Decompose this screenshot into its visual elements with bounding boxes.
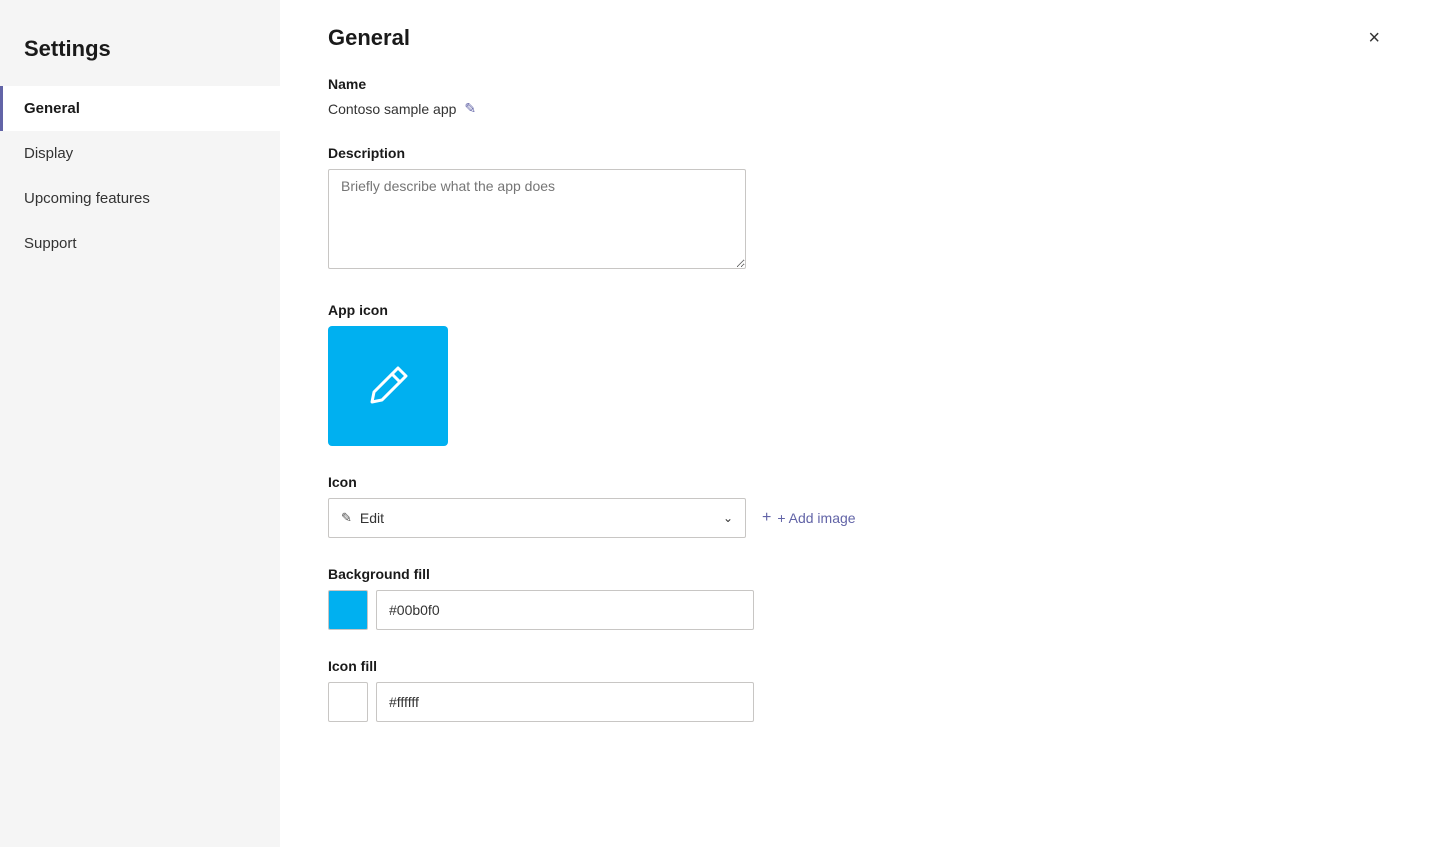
sidebar-item-upcoming-features[interactable]: Upcoming features xyxy=(0,176,280,221)
icon-section: Icon ✎ Edit ⌄ + + Add image xyxy=(328,474,1388,538)
close-button[interactable]: × xyxy=(1360,24,1388,52)
sidebar: Settings General Display Upcoming featur… xyxy=(0,0,280,847)
background-fill-label: Background fill xyxy=(328,566,1388,582)
icon-fill-label: Icon fill xyxy=(328,658,1388,674)
chevron-down-icon: ⌄ xyxy=(723,511,733,525)
icon-dropdown[interactable]: ✎ Edit ⌄ xyxy=(328,498,746,538)
name-row: Contoso sample app ✎ xyxy=(328,100,1388,117)
description-label: Description xyxy=(328,145,1388,161)
app-icon-pencil-svg xyxy=(362,360,414,412)
plus-icon: + xyxy=(762,509,771,527)
sidebar-item-general[interactable]: General xyxy=(0,86,280,131)
add-image-button[interactable]: + + Add image xyxy=(762,505,856,531)
description-section: Description xyxy=(328,145,1388,274)
icon-fill-section: Icon fill xyxy=(328,658,1388,722)
sidebar-title: Settings xyxy=(0,20,280,86)
background-color-input[interactable] xyxy=(376,590,754,630)
app-icon-preview[interactable] xyxy=(328,326,448,446)
main-content: General × Name Contoso sample app ✎ Desc… xyxy=(280,0,1436,847)
icon-fill-color-input[interactable] xyxy=(376,682,754,722)
icon-dropdown-pencil: ✎ xyxy=(341,510,352,526)
icon-dropdown-left: ✎ Edit xyxy=(341,510,384,526)
background-fill-row xyxy=(328,590,1388,630)
app-icon-label: App icon xyxy=(328,302,1388,318)
description-input[interactable] xyxy=(328,169,746,269)
icon-dropdown-value: Edit xyxy=(360,510,384,526)
sidebar-item-support[interactable]: Support xyxy=(0,221,280,266)
sidebar-nav: General Display Upcoming features Suppor… xyxy=(0,86,280,266)
main-header: General × xyxy=(280,0,1436,68)
icon-label: Icon xyxy=(328,474,1388,490)
icon-selector-row: ✎ Edit ⌄ + + Add image xyxy=(328,498,1388,538)
app-icon-section: App icon xyxy=(328,302,1388,446)
name-label: Name xyxy=(328,76,1388,92)
edit-name-icon[interactable]: ✎ xyxy=(464,100,476,117)
add-image-label: + Add image xyxy=(777,510,855,526)
background-fill-section: Background fill xyxy=(328,566,1388,630)
icon-fill-color-swatch[interactable] xyxy=(328,682,368,722)
icon-fill-row xyxy=(328,682,1388,722)
content-area: Name Contoso sample app ✎ Description Ap… xyxy=(280,68,1436,847)
page-title: General xyxy=(328,25,410,51)
name-section: Name Contoso sample app ✎ xyxy=(328,76,1388,117)
background-color-swatch[interactable] xyxy=(328,590,368,630)
sidebar-item-display[interactable]: Display xyxy=(0,131,280,176)
name-value: Contoso sample app xyxy=(328,101,456,117)
